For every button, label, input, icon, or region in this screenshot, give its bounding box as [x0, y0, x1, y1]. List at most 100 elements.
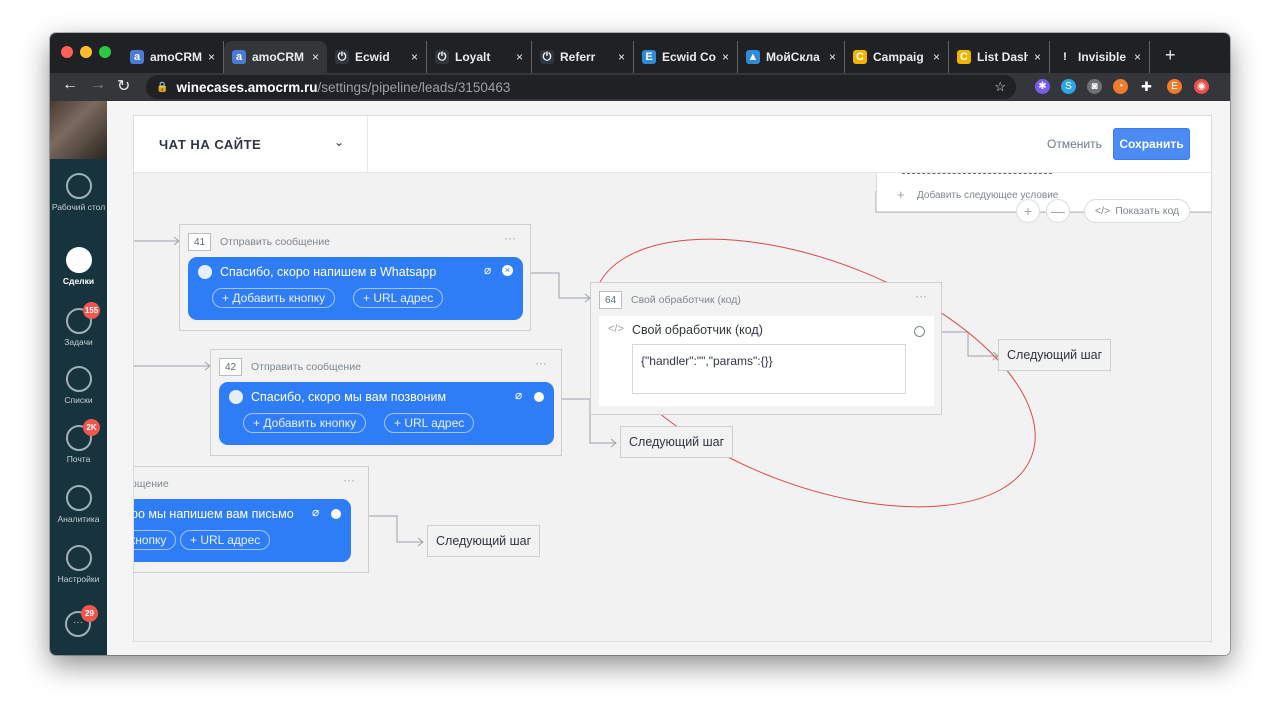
sidebar-item-label: Настройки: [57, 574, 100, 584]
step-card-42[interactable]: 42 Отправить сообщение ··· Спасибо, скор…: [210, 349, 562, 456]
close-tab-icon[interactable]: ×: [312, 50, 319, 64]
tab-10[interactable]: ! Invisible ×: [1050, 41, 1150, 73]
show-code-label: Показать код: [1115, 205, 1180, 217]
add-condition-link[interactable]: Добавить следующее условие: [917, 190, 1058, 201]
more-options-icon[interactable]: ···: [535, 356, 547, 370]
minimize-window-button[interactable]: [80, 46, 92, 58]
extension-camera-icon[interactable]: ◙: [1087, 79, 1102, 94]
bot-avatar-icon: [198, 265, 212, 279]
sidebar-item-1[interactable]: Рабочий стол: [50, 173, 107, 212]
paperclip-icon[interactable]: ⌀: [484, 263, 491, 277]
close-window-button[interactable]: [61, 46, 73, 58]
url-button-pill[interactable]: + URL адрес: [384, 413, 475, 433]
sidebar-item-6[interactable]: Аналитика: [50, 485, 107, 524]
tab-title: Ecwid: [355, 50, 390, 64]
output-port[interactable]: [914, 326, 925, 337]
show-code-button[interactable]: </> Показать код: [1084, 199, 1191, 223]
add-button-pill[interactable]: + Добавить кнопку: [243, 413, 367, 433]
add-button-pill[interactable]: кнопку: [134, 530, 177, 550]
extension-red-icon[interactable]: ◉: [1194, 79, 1209, 94]
next-step-button[interactable]: Следующий шаг: [998, 339, 1112, 371]
save-button[interactable]: Сохранить: [1113, 128, 1190, 160]
tab-8[interactable]: C Campaig ×: [845, 41, 949, 73]
extension-skype-icon[interactable]: S: [1061, 79, 1076, 94]
step-number: 64: [599, 291, 623, 309]
close-tab-icon[interactable]: ×: [829, 50, 836, 64]
code-input[interactable]: {"handler":"","params":{}}: [632, 344, 906, 394]
maximize-window-button[interactable]: [99, 46, 111, 58]
url-host: winecases.amocrm.ru: [176, 79, 318, 95]
tab-1[interactable]: a amoCRM ×: [122, 41, 224, 73]
sidebar-item-7[interactable]: Настройки: [50, 545, 107, 584]
analytics-icon: [65, 485, 92, 511]
sidebar-item-2[interactable]: Сделки: [50, 247, 107, 286]
plus-icon[interactable]: +: [897, 187, 905, 202]
add-button-pill[interactable]: + Добавить кнопку: [212, 288, 336, 308]
output-port[interactable]: [331, 509, 341, 519]
tab-3[interactable]: ⏻ Ecwid ×: [327, 41, 427, 73]
reload-button[interactable]: ↻: [117, 76, 130, 96]
list-dash-icon: C: [957, 50, 971, 64]
extension-gear-icon[interactable]: ✱: [1035, 79, 1050, 94]
zoom-in-button[interactable]: +: [1016, 199, 1040, 223]
tab-title: Referr: [560, 50, 596, 64]
close-tab-icon[interactable]: ×: [722, 50, 729, 64]
message-text: ро мы напишем вам письмо: [133, 507, 294, 521]
tab-6[interactable]: E Ecwid Co ×: [634, 41, 738, 73]
more-options-icon[interactable]: ···: [915, 289, 927, 303]
extensions-puzzle-icon[interactable]: ✚: [1139, 79, 1154, 94]
tab-5[interactable]: ⏻ Referr ×: [532, 41, 634, 73]
close-tab-icon[interactable]: ×: [516, 50, 523, 64]
browser-window: a amoCRM × a amoCRM × ⏻ Ecwid × ⏻ Loyalt × ⏻ Referr × E…: [50, 33, 1230, 655]
sidebar-item-3[interactable]: Задачи 155: [50, 302, 107, 347]
close-tab-icon[interactable]: ×: [618, 50, 625, 64]
more-options-icon[interactable]: ···: [343, 473, 355, 487]
step-card-41[interactable]: 41 Отправить сообщение ··· Спасибо, скор…: [179, 224, 531, 331]
new-tab-button[interactable]: +: [1165, 45, 1176, 66]
sidebar-item-4[interactable]: Списки: [50, 366, 107, 405]
chevron-down-icon[interactable]: ⌄: [334, 135, 344, 149]
next-step-button[interactable]: Следующий шаг: [427, 525, 541, 557]
profile-avatar[interactable]: E: [1167, 79, 1182, 94]
address-bar[interactable]: 🔒 winecases.amocrm.ru/settings/pipeline/…: [146, 75, 1016, 99]
step-card-email[interactable]: ощение ··· ро мы напишем вам письмо ⌀ кн…: [133, 466, 369, 573]
message-bubble[interactable]: Спасибо, скоро мы вам позвоним ⌀ + Добав…: [219, 382, 554, 445]
next-step-button[interactable]: Следующий шаг: [620, 426, 734, 458]
url-button-pill[interactable]: + URL адрес: [353, 288, 444, 308]
close-icon[interactable]: ×: [502, 265, 513, 276]
back-button[interactable]: ←: [62, 76, 78, 94]
message-bubble[interactable]: ро мы напишем вам письмо ⌀ кнопку + URL …: [133, 499, 351, 562]
step-card-64[interactable]: 64 Свой обработчик (код) ··· </> Свой об…: [590, 282, 942, 415]
account-logo-image[interactable]: [50, 101, 107, 159]
tab-2[interactable]: a amoCRM ×: [224, 41, 327, 73]
browser-toolbar: ← → ↻ 🔒 winecases.amocrm.ru/settings/pip…: [50, 73, 1230, 101]
tab-bar: a amoCRM × a amoCRM × ⏻ Ecwid × ⏻ Loyalt × ⏻ Referr × E…: [50, 33, 1230, 73]
paperclip-icon[interactable]: ⌀: [515, 388, 522, 402]
cancel-button[interactable]: Отменить: [1047, 137, 1102, 151]
sidebar-item-5[interactable]: Почта 2K: [50, 419, 107, 464]
notification-badge: 155: [83, 302, 100, 319]
tab-7[interactable]: ▲ МойСкла ×: [738, 41, 845, 73]
url-button-pill[interactable]: + URL адрес: [180, 530, 271, 550]
close-tab-icon[interactable]: ×: [933, 50, 940, 64]
step-title: ощение: [133, 478, 169, 490]
close-tab-icon[interactable]: ×: [411, 50, 418, 64]
forward-button[interactable]: →: [90, 76, 106, 94]
ecwid-icon: E: [642, 50, 656, 64]
url-path: /settings/pipeline/leads/3150463: [317, 79, 511, 95]
step-title: Отправить сообщение: [220, 236, 330, 248]
close-tab-icon[interactable]: ×: [1034, 50, 1041, 64]
tab-4[interactable]: ⏻ Loyalt ×: [427, 41, 532, 73]
output-port[interactable]: [534, 392, 544, 402]
message-bubble[interactable]: Спасибо, скоро напишем в Whatsapp ⌀ × + …: [188, 257, 523, 320]
pipeline-source-title[interactable]: ЧАТ НА САЙТЕ: [159, 137, 261, 152]
extension-orange-icon[interactable]: ◔: [1113, 79, 1128, 94]
zoom-out-button[interactable]: —: [1046, 199, 1070, 223]
tab-title: Campaig: [873, 50, 924, 64]
close-tab-icon[interactable]: ×: [1134, 50, 1141, 64]
more-options-icon[interactable]: ···: [504, 231, 516, 245]
tab-9[interactable]: C List Dash ×: [949, 41, 1050, 73]
bookmark-star-icon[interactable]: ☆: [994, 79, 1006, 95]
paperclip-icon[interactable]: ⌀: [312, 505, 319, 519]
close-tab-icon[interactable]: ×: [208, 50, 215, 64]
